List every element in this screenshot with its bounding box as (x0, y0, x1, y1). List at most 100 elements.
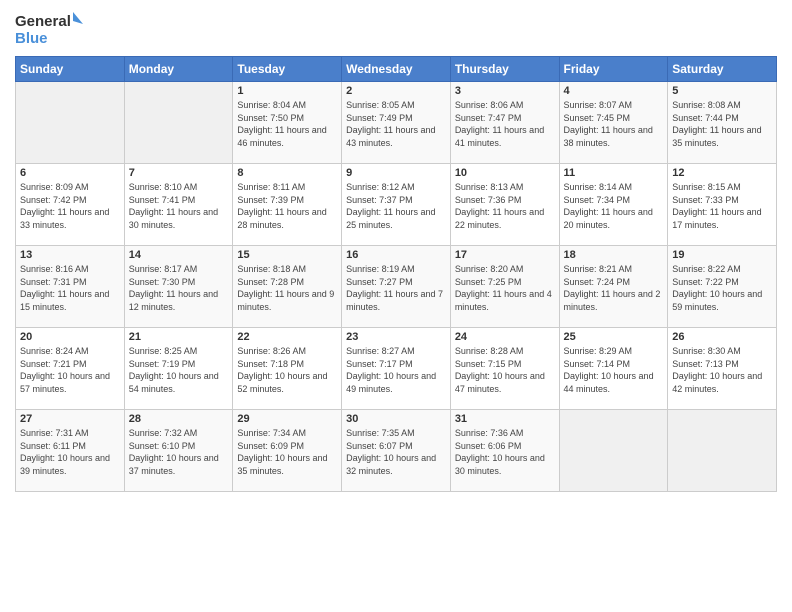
day-number: 26 (672, 331, 772, 343)
day-number: 23 (346, 331, 446, 343)
day-info: Sunrise: 8:06 AM Sunset: 7:47 PM Dayligh… (455, 99, 555, 149)
day-number: 16 (346, 249, 446, 261)
calendar-cell: 11 Sunrise: 8:14 AM Sunset: 7:34 PM Dayli… (559, 164, 668, 246)
calendar-cell: 29 Sunrise: 7:34 AM Sunset: 6:09 PM Dayli… (233, 410, 342, 492)
calendar-cell: 4 Sunrise: 8:07 AM Sunset: 7:45 PM Daylig… (559, 82, 668, 164)
day-info: Sunrise: 8:20 AM Sunset: 7:25 PM Dayligh… (455, 263, 555, 313)
calendar-cell: 12 Sunrise: 8:15 AM Sunset: 7:33 PM Dayli… (668, 164, 777, 246)
calendar-table: SundayMondayTuesdayWednesdayThursdayFrid… (15, 56, 777, 492)
calendar-week-5: 27 Sunrise: 7:31 AM Sunset: 6:11 PM Dayli… (16, 410, 777, 492)
day-info: Sunrise: 8:12 AM Sunset: 7:37 PM Dayligh… (346, 181, 446, 231)
svg-text:General: General (15, 13, 71, 30)
calendar-cell (559, 410, 668, 492)
calendar-cell: 27 Sunrise: 7:31 AM Sunset: 6:11 PM Dayli… (16, 410, 125, 492)
calendar-cell: 28 Sunrise: 7:32 AM Sunset: 6:10 PM Dayli… (124, 410, 233, 492)
day-number: 25 (564, 331, 664, 343)
day-info: Sunrise: 8:09 AM Sunset: 7:42 PM Dayligh… (20, 181, 120, 231)
day-info: Sunrise: 8:07 AM Sunset: 7:45 PM Dayligh… (564, 99, 664, 149)
day-info: Sunrise: 8:25 AM Sunset: 7:19 PM Dayligh… (129, 345, 229, 395)
day-info: Sunrise: 8:27 AM Sunset: 7:17 PM Dayligh… (346, 345, 446, 395)
calendar-cell: 8 Sunrise: 8:11 AM Sunset: 7:39 PM Daylig… (233, 164, 342, 246)
calendar-cell: 16 Sunrise: 8:19 AM Sunset: 7:27 PM Dayli… (342, 246, 451, 328)
calendar-cell: 20Sunrise: 8:24 AM Sunset: 7:21 PM Dayli… (16, 328, 125, 410)
day-number: 8 (237, 167, 337, 179)
day-info: Sunrise: 8:19 AM Sunset: 7:27 PM Dayligh… (346, 263, 446, 313)
day-info: Sunrise: 8:05 AM Sunset: 7:49 PM Dayligh… (346, 99, 446, 149)
col-header-saturday: Saturday (668, 57, 777, 82)
calendar-cell: 7 Sunrise: 8:10 AM Sunset: 7:41 PM Daylig… (124, 164, 233, 246)
day-info: Sunrise: 8:30 AM Sunset: 7:13 PM Dayligh… (672, 345, 772, 395)
calendar-cell: 21 Sunrise: 8:25 AM Sunset: 7:19 PM Dayli… (124, 328, 233, 410)
col-header-monday: Monday (124, 57, 233, 82)
calendar-cell (16, 82, 125, 164)
day-number: 31 (455, 413, 555, 425)
col-header-sunday: Sunday (16, 57, 125, 82)
calendar-cell: 13 Sunrise: 8:16 AM Sunset: 7:31 PM Dayli… (16, 246, 125, 328)
calendar-cell: 18Sunrise: 8:21 AM Sunset: 7:24 PM Dayli… (559, 246, 668, 328)
day-number: 12 (672, 167, 772, 179)
day-info: Sunrise: 8:16 AM Sunset: 7:31 PM Dayligh… (20, 263, 120, 313)
day-number: 21 (129, 331, 229, 343)
day-number: 15 (237, 249, 337, 261)
calendar-cell: 19 Sunrise: 8:22 AM Sunset: 7:22 PM Dayli… (668, 246, 777, 328)
day-number: 2 (346, 85, 446, 97)
calendar-cell: 22Sunrise: 8:26 AM Sunset: 7:18 PM Dayli… (233, 328, 342, 410)
calendar-cell: 31Sunrise: 7:36 AM Sunset: 6:06 PM Dayli… (450, 410, 559, 492)
calendar-cell: 1 Sunrise: 8:04 AM Sunset: 7:50 PM Daylig… (233, 82, 342, 164)
calendar-week-3: 13 Sunrise: 8:16 AM Sunset: 7:31 PM Dayli… (16, 246, 777, 328)
day-info: Sunrise: 8:18 AM Sunset: 7:28 PM Dayligh… (237, 263, 337, 313)
day-number: 7 (129, 167, 229, 179)
day-number: 20 (20, 331, 120, 343)
day-info: Sunrise: 8:04 AM Sunset: 7:50 PM Dayligh… (237, 99, 337, 149)
day-info: Sunrise: 8:15 AM Sunset: 7:33 PM Dayligh… (672, 181, 772, 231)
day-number: 1 (237, 85, 337, 97)
day-number: 3 (455, 85, 555, 97)
day-number: 11 (564, 167, 664, 179)
calendar-cell: 6 Sunrise: 8:09 AM Sunset: 7:42 PM Daylig… (16, 164, 125, 246)
day-number: 19 (672, 249, 772, 261)
calendar-cell: 2 Sunrise: 8:05 AM Sunset: 7:49 PM Daylig… (342, 82, 451, 164)
calendar-week-1: 1 Sunrise: 8:04 AM Sunset: 7:50 PM Daylig… (16, 82, 777, 164)
day-number: 6 (20, 167, 120, 179)
day-number: 5 (672, 85, 772, 97)
day-info: Sunrise: 8:29 AM Sunset: 7:14 PM Dayligh… (564, 345, 664, 395)
day-info: Sunrise: 7:32 AM Sunset: 6:10 PM Dayligh… (129, 427, 229, 477)
day-number: 24 (455, 331, 555, 343)
calendar-cell: 30Sunrise: 7:35 AM Sunset: 6:07 PM Dayli… (342, 410, 451, 492)
calendar-cell: 24 Sunrise: 8:28 AM Sunset: 7:15 PM Dayli… (450, 328, 559, 410)
col-header-tuesday: Tuesday (233, 57, 342, 82)
day-number: 14 (129, 249, 229, 261)
calendar-cell: 3 Sunrise: 8:06 AM Sunset: 7:47 PM Daylig… (450, 82, 559, 164)
logo-icon: General Blue (15, 10, 85, 48)
day-info: Sunrise: 8:08 AM Sunset: 7:44 PM Dayligh… (672, 99, 772, 149)
day-info: Sunrise: 8:17 AM Sunset: 7:30 PM Dayligh… (129, 263, 229, 313)
day-number: 29 (237, 413, 337, 425)
logo: General Blue (15, 10, 85, 48)
calendar-cell: 14 Sunrise: 8:17 AM Sunset: 7:30 PM Dayli… (124, 246, 233, 328)
calendar-cell: 9Sunrise: 8:12 AM Sunset: 7:37 PM Daylig… (342, 164, 451, 246)
col-header-thursday: Thursday (450, 57, 559, 82)
day-info: Sunrise: 7:34 AM Sunset: 6:09 PM Dayligh… (237, 427, 337, 477)
calendar-cell: 15 Sunrise: 8:18 AM Sunset: 7:28 PM Dayli… (233, 246, 342, 328)
page-header: General Blue (15, 10, 777, 48)
day-number: 28 (129, 413, 229, 425)
day-info: Sunrise: 8:10 AM Sunset: 7:41 PM Dayligh… (129, 181, 229, 231)
col-header-friday: Friday (559, 57, 668, 82)
calendar-cell: 25 Sunrise: 8:29 AM Sunset: 7:14 PM Dayli… (559, 328, 668, 410)
day-number: 27 (20, 413, 120, 425)
day-info: Sunrise: 8:22 AM Sunset: 7:22 PM Dayligh… (672, 263, 772, 313)
day-info: Sunrise: 8:28 AM Sunset: 7:15 PM Dayligh… (455, 345, 555, 395)
calendar-week-2: 6 Sunrise: 8:09 AM Sunset: 7:42 PM Daylig… (16, 164, 777, 246)
svg-text:Blue: Blue (15, 30, 48, 47)
day-info: Sunrise: 8:11 AM Sunset: 7:39 PM Dayligh… (237, 181, 337, 231)
day-info: Sunrise: 8:26 AM Sunset: 7:18 PM Dayligh… (237, 345, 337, 395)
day-info: Sunrise: 7:35 AM Sunset: 6:07 PM Dayligh… (346, 427, 446, 477)
day-info: Sunrise: 8:14 AM Sunset: 7:34 PM Dayligh… (564, 181, 664, 231)
calendar-cell: 10Sunrise: 8:13 AM Sunset: 7:36 PM Dayli… (450, 164, 559, 246)
day-number: 18 (564, 249, 664, 261)
day-number: 13 (20, 249, 120, 261)
day-info: Sunrise: 7:31 AM Sunset: 6:11 PM Dayligh… (20, 427, 120, 477)
calendar-cell (124, 82, 233, 164)
calendar-cell: 23 Sunrise: 8:27 AM Sunset: 7:17 PM Dayli… (342, 328, 451, 410)
day-number: 4 (564, 85, 664, 97)
